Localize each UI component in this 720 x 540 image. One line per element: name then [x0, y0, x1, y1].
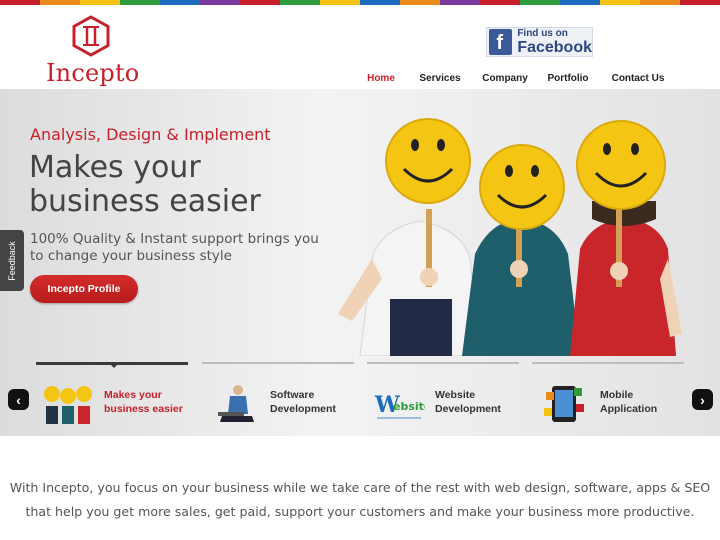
- feedback-tab[interactable]: Feedback: [0, 230, 24, 291]
- feature-label-line2: business easier: [104, 403, 183, 415]
- feature-label-line1: Website: [435, 389, 476, 401]
- feedback-label: Feedback: [7, 240, 17, 281]
- intro-line2: that help you get more sales, get paid, …: [25, 504, 695, 519]
- chevron-left-icon: ‹: [16, 391, 21, 408]
- feature-label-line2: Application: [600, 403, 658, 415]
- logo-hexagon-icon: [72, 15, 110, 57]
- hero-headline: Makes your business easier: [29, 151, 349, 219]
- hero-subtext: 100% Quality & Instant support brings yo…: [30, 231, 330, 265]
- logo[interactable]: Incepto: [46, 15, 140, 87]
- feature-tab-indicator: [202, 362, 354, 364]
- slider-prev-button[interactable]: ‹: [8, 389, 29, 410]
- chevron-right-icon: ›: [700, 391, 705, 408]
- feature-tab-indicator: [532, 362, 684, 364]
- slider-next-button[interactable]: ›: [692, 389, 713, 410]
- intro-line1: With Incepto, you focus on your business…: [9, 480, 711, 495]
- feature-label-line1: Mobile: [600, 389, 634, 401]
- hero-subtext-line2: to change your business style: [30, 248, 232, 264]
- active-caret-icon: [110, 364, 118, 368]
- feature-label: Software Development: [270, 388, 360, 416]
- hero-tagline: Analysis, Design & Implement: [30, 125, 271, 144]
- feature-label-line1: Makes your: [104, 389, 162, 401]
- hero-headline-line2: business easier: [29, 184, 261, 219]
- feature-tab-2[interactable]: Software Development: [202, 362, 354, 428]
- nav-item-label: Home: [367, 73, 395, 84]
- hero-headline-line1: Makes your: [29, 150, 201, 185]
- smiley-people-icon: [42, 382, 94, 424]
- feature-tab-4[interactable]: Mobile Application: [532, 362, 684, 428]
- nav-item-label: Services: [419, 73, 461, 84]
- logo-text: Incepto: [46, 59, 140, 87]
- page: Incepto f Find us on Facebook Home⌄Servi…: [0, 0, 720, 540]
- hero-subtext-line1: 100% Quality & Instant support brings yo…: [30, 231, 319, 247]
- intro-text: With Incepto, you focus on your business…: [0, 476, 720, 524]
- feature-label: Makes your business easier: [104, 388, 194, 416]
- website-text-icon: Website: [373, 382, 431, 424]
- feature-label: Mobile Application: [600, 388, 690, 416]
- feature-tab-1[interactable]: Makes your business easier: [36, 362, 188, 428]
- facebook-text: Find us on Facebook: [517, 27, 592, 56]
- facebook-icon: f: [489, 29, 513, 55]
- nav-item-label: Portfolio: [547, 73, 589, 84]
- facebook-small-text: Find us on: [517, 27, 568, 39]
- incepto-profile-button[interactable]: Incepto Profile: [30, 275, 138, 303]
- feature-label-line2: Development: [435, 403, 501, 415]
- hero-banner: Analysis, Design & Implement Makes your …: [0, 89, 720, 436]
- feature-tab-3[interactable]: Website Website Development: [367, 362, 519, 428]
- nav-item-label: Company: [482, 73, 528, 84]
- feature-label-line1: Software: [270, 389, 315, 401]
- smartphone-apps-icon: [538, 382, 590, 424]
- header: Incepto f Find us on Facebook Home⌄Servi…: [0, 5, 720, 95]
- feature-label-line2: Development: [270, 403, 336, 415]
- facebook-badge[interactable]: f Find us on Facebook: [486, 27, 593, 57]
- svg-text:ebsite: ebsite: [393, 400, 425, 413]
- developer-laptop-icon: [208, 382, 260, 424]
- facebook-big-text: Facebook: [517, 38, 592, 56]
- feature-tab-indicator: [367, 362, 519, 364]
- nav-item-label: Contact Us: [611, 73, 665, 84]
- feature-label: Website Development: [435, 388, 525, 416]
- hero-smiley-people-illustration: [338, 118, 682, 356]
